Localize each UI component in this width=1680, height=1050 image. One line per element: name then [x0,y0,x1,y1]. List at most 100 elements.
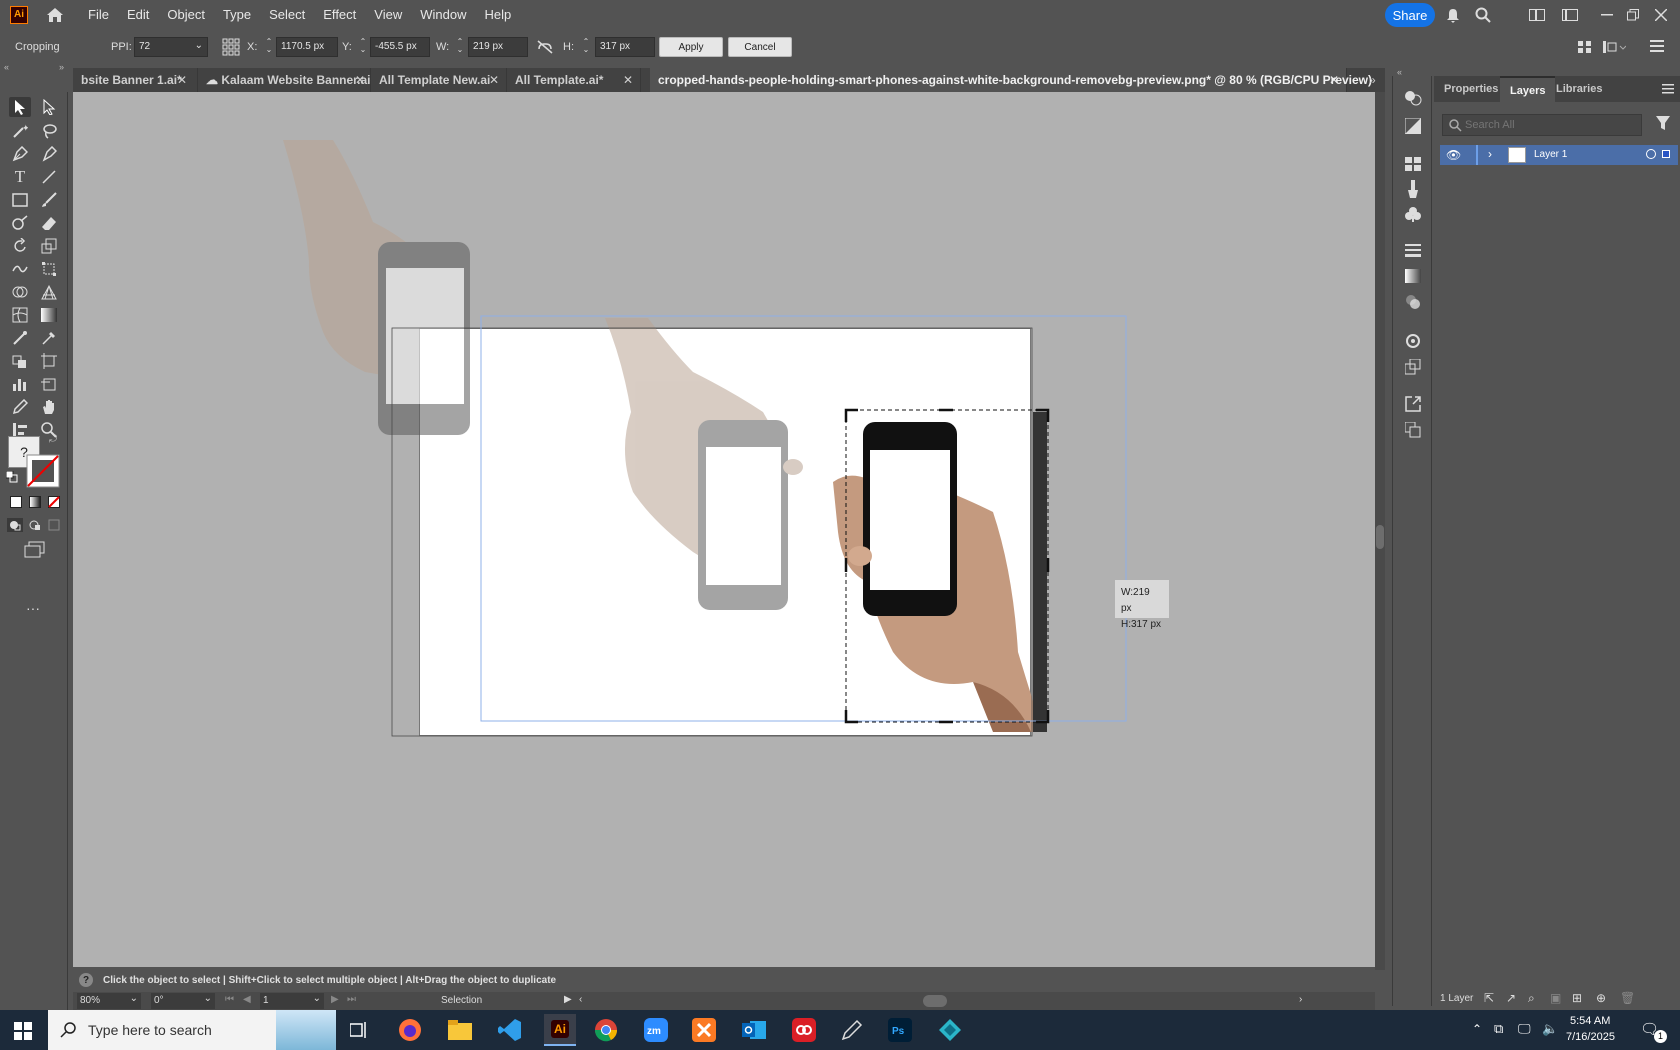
eyedropper-blend-tool-icon[interactable] [9,328,31,348]
collapse-toolbar-icon[interactable]: « » [4,63,68,72]
canvas[interactable]: W:219 px H:317 px [73,92,1375,967]
artboard-tool-icon[interactable] [38,351,60,371]
chevron-down-icon[interactable]: ⌄ [195,40,203,51]
free-transform-tool-icon[interactable] [38,259,60,279]
type-tool-icon[interactable]: T [9,167,31,187]
magic-wand-tool-icon[interactable]: ✦ [9,121,31,141]
close-icon[interactable]: ✕ [489,73,499,87]
workspace-icon[interactable] [1561,6,1579,24]
none-mode-icon[interactable] [48,496,60,508]
draw-behind-icon[interactable] [27,518,43,532]
shape-builder-tool-icon[interactable] [9,282,31,302]
bell-icon[interactable] [1444,6,1462,24]
draw-inside-icon[interactable] [47,518,63,532]
arrange-documents-icon[interactable] [1528,6,1546,24]
reference-point-icon[interactable] [222,38,240,56]
chevron-down-icon[interactable]: ⌄ [313,993,321,1004]
vertical-scrollbar[interactable] [1375,92,1385,970]
change-screen-mode-icon[interactable] [24,541,46,559]
prev-artboard-icon[interactable]: ◀ [243,994,251,1005]
menu-effect[interactable]: Effect [323,7,356,22]
clock-time[interactable]: 5:54 AM [1570,1015,1610,1027]
zoom-icon[interactable]: zm [640,1014,672,1046]
selection-tool-icon[interactable] [9,97,31,117]
live-paint-tool-icon[interactable] [9,351,31,371]
menu-edit[interactable]: Edit [127,7,149,22]
appearance-icon[interactable] [1403,331,1423,351]
x-field[interactable]: 1170.5 px [276,37,338,57]
color-mode-icon[interactable] [10,496,22,508]
rotation-field[interactable]: 0° ⌄ [151,993,215,1009]
menu-window[interactable]: Window [420,7,466,22]
menu-help[interactable]: Help [484,7,511,22]
tab-all-template-new[interactable]: All Template New.ai [371,68,507,92]
chevron-up-icon[interactable]: ⌃ [1472,1022,1482,1036]
swatches-icon[interactable] [1403,154,1423,174]
default-fill-stroke-icon[interactable] [5,470,18,483]
chevron-down-icon[interactable]: ⌄ [204,993,212,1004]
align-icon[interactable] [1577,39,1593,55]
network-icon[interactable]: 🖵 [1518,1021,1531,1037]
tab-properties[interactable]: Properties [1434,76,1508,102]
tab-kalaam-banner[interactable]: ☁ Kalaam Website Banner.aic [198,68,377,92]
cancel-button[interactable]: Cancel [728,37,792,57]
hand-tool-icon[interactable] [38,397,60,417]
edit-toolbar-icon[interactable]: ··· [26,601,46,615]
graph-tool-icon[interactable] [9,374,31,394]
minimize-icon[interactable] [1598,6,1616,24]
menu-file[interactable]: File [88,7,109,22]
line-tool-icon[interactable] [38,167,60,187]
tab-cropped-hands[interactable]: cropped-hands-people-holding-smart-phone… [650,68,1372,92]
menu-object[interactable]: Object [167,7,205,22]
layers-search-input[interactable] [1465,117,1635,133]
color-guide-icon[interactable] [1403,116,1423,136]
filter-icon[interactable] [1656,116,1670,132]
layers-search-box[interactable] [1442,114,1642,136]
horizontal-scrollbar-thumb[interactable] [923,995,947,1007]
close-icon[interactable]: ✕ [623,73,633,87]
close-window-icon[interactable] [1652,6,1670,24]
perspective-grid-tool-icon[interactable] [38,282,60,302]
close-icon[interactable]: ✕ [1329,73,1339,87]
stroke-panel-icon[interactable] [1403,241,1423,261]
rectangle-tool-icon[interactable] [9,190,31,210]
y-stepper-icon[interactable]: ⌃ ⌄ [358,38,368,56]
h-stepper-icon[interactable]: ⌃ ⌄ [581,38,591,56]
more-tabs-icon[interactable]: » [1369,73,1376,87]
delete-layer-icon[interactable]: 🗑 [1620,991,1635,1005]
new-layer-icon[interactable]: ⊕ [1596,991,1606,1005]
clipping-mask-icon[interactable]: ▣ [1550,991,1561,1005]
chrome-icon[interactable] [590,1014,622,1046]
last-artboard-icon[interactable]: ⏭ [347,994,356,1005]
transform-icon[interactable] [1602,39,1627,55]
layer-row[interactable]: 👁 › Layer 1 [1440,145,1678,165]
ppi-field[interactable]: 72 ⌄ [134,37,208,57]
collect-export-icon[interactable]: ⇱ [1484,991,1494,1005]
x-stepper-icon[interactable]: ⌃ ⌄ [264,38,274,56]
outlook-icon[interactable] [738,1014,770,1046]
w-field[interactable]: 219 px [468,37,528,57]
w-stepper-icon[interactable]: ⌃ ⌄ [455,38,465,56]
windows-start-icon[interactable] [14,1022,32,1040]
rotate-tool-icon[interactable] [9,236,31,256]
firefox-icon[interactable] [394,1014,426,1046]
status-menu-icon[interactable]: ▶ [564,994,572,1005]
pencil-tool-icon[interactable] [9,397,31,417]
menu-icon[interactable] [1650,40,1664,54]
graphic-styles-icon[interactable] [1403,357,1423,377]
scroll-right-icon[interactable]: › [1299,994,1302,1005]
creative-cloud-icon[interactable] [788,1014,820,1046]
close-icon[interactable]: ✕ [355,73,365,87]
apply-button[interactable]: Apply [659,37,723,57]
mesh-tool-icon[interactable] [9,305,31,325]
vertical-scrollbar-thumb[interactable] [1376,525,1384,549]
menu-type[interactable]: Type [223,7,251,22]
app-icon[interactable] [934,1014,966,1046]
vscode-icon[interactable] [494,1014,526,1046]
xampp-icon[interactable] [688,1014,720,1046]
eye-icon[interactable]: 👁 [1446,148,1461,162]
first-artboard-icon[interactable]: ⏮ [225,994,234,1005]
paintbrush-tool-icon[interactable] [38,190,60,210]
locate-object-icon[interactable]: ⌕ [1528,991,1535,1006]
task-view-icon[interactable] [349,1022,368,1038]
